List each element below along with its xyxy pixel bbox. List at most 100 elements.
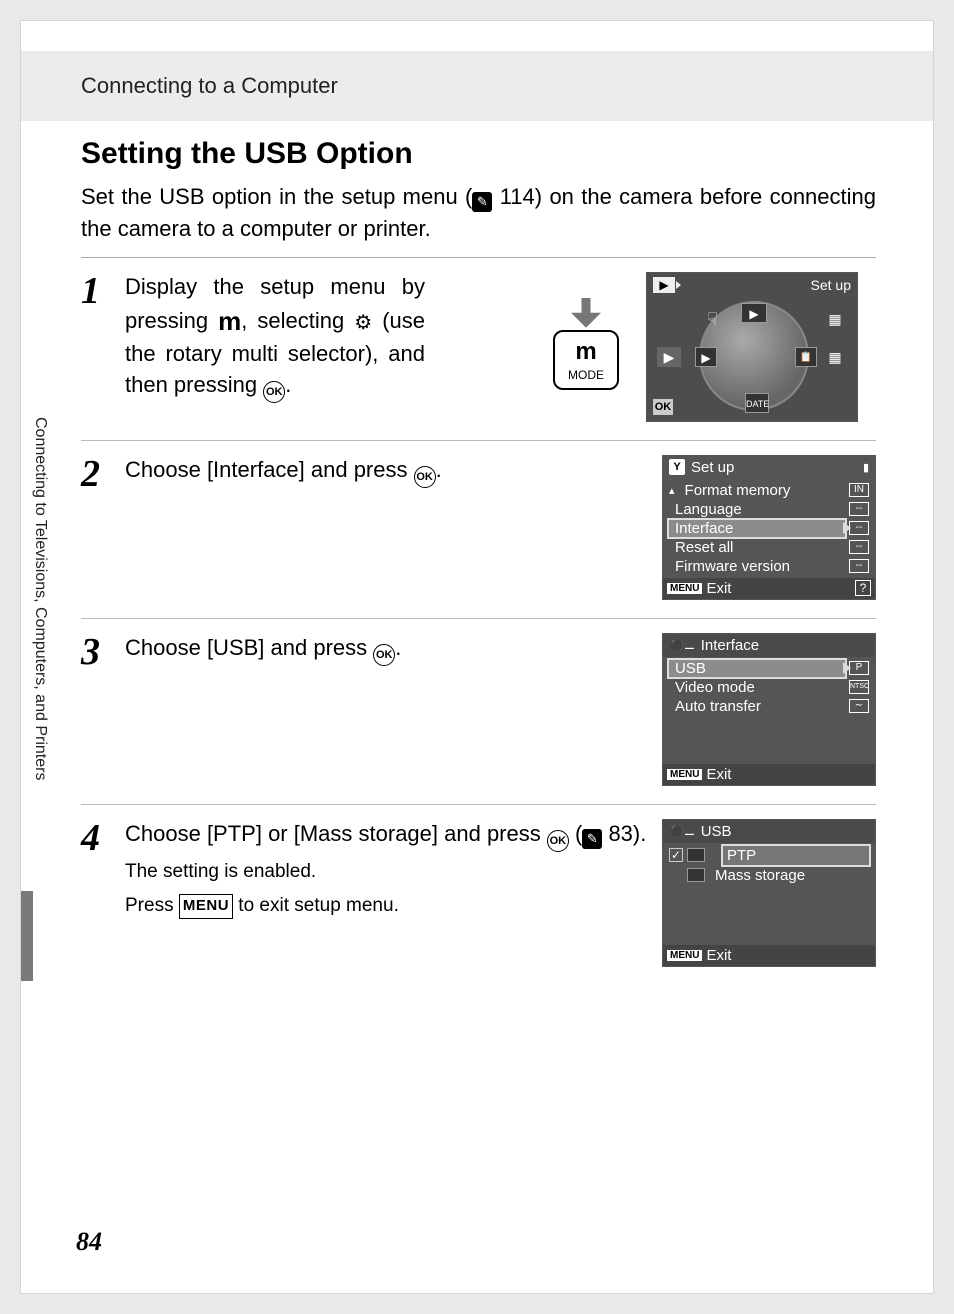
step-1-text: Display the setup menu by pressing m, se…: [125, 272, 425, 422]
intro-pageref: 114: [500, 184, 535, 209]
list-item: ✓ PTP: [667, 845, 871, 866]
mode-button-label: MODE: [568, 368, 604, 382]
lcd-usb-menu: ⚫⚊ USB ✓ PTP: [662, 819, 876, 967]
intro-paragraph: Set the USB option in the setup menu (✎ …: [81, 181, 876, 245]
step-4-pageref: 83: [608, 821, 632, 846]
content: Setting the USB Option Set the USB optio…: [81, 131, 876, 985]
usb-header-icon: ⚫⚊: [669, 824, 695, 838]
list-item-indicator: --: [849, 559, 869, 573]
scroll-indicator-icon: ▮: [863, 461, 869, 474]
checkmark-icon: ✓: [669, 848, 683, 862]
step-4-text-b: (: [569, 821, 582, 846]
list-item-indicator: --: [849, 502, 869, 516]
lcd-setup-list: ▴Format memoryIN Language-- Interface-- …: [663, 479, 875, 578]
lcd-setup-title: Set up: [691, 459, 734, 476]
step-4-text-a: Choose [PTP] or [Mass storage] and press: [125, 821, 547, 846]
ok-icon: OK: [547, 830, 569, 852]
list-item-label-selected: PTP: [723, 846, 869, 865]
dial-side-left-icon: ▶: [657, 347, 681, 367]
dial-top-left-icon: ▶: [653, 277, 675, 293]
step-2-graphic-col: Y Set up ▮ ▴Format memoryIN Language-- I…: [658, 455, 876, 600]
ok-icon: OK: [373, 644, 395, 666]
step-1-number: 1: [81, 272, 111, 310]
lcd-setup-footer: MENU Exit ?: [663, 578, 875, 599]
list-item-indicator: IN: [849, 483, 869, 497]
list-item-label-selected: Interface: [669, 520, 845, 537]
step-3: 3 Choose [USB] and press OK. ⚫⚊ Interfac…: [81, 619, 876, 805]
breadcrumb: Connecting to a Computer: [81, 73, 338, 99]
lcd-setup-header: Y Set up ▮: [663, 456, 875, 479]
page-inner: Connecting to a Computer Connecting to T…: [20, 20, 934, 1294]
dial-quad-right: 📋: [795, 347, 817, 367]
page-title: Setting the USB Option: [81, 137, 876, 171]
lcd-interface-header: ⚫⚊ Interface: [663, 634, 875, 657]
step-4-sub2b: to exit setup menu.: [233, 895, 399, 916]
step-3-text-a: Choose [USB] and press: [125, 635, 373, 660]
list-item: Auto transfer ∼: [667, 697, 871, 716]
mode-button-diagram: m MODE: [536, 298, 636, 390]
list-item-label-selected: USB: [669, 660, 845, 677]
step-3-text-b: .: [395, 635, 401, 660]
list-item-label: Reset all: [669, 539, 845, 556]
usb-p-icon: [687, 848, 705, 862]
help-icon: ?: [855, 580, 871, 596]
step-4-text-col: Choose [PTP] or [Mass storage] and press…: [125, 819, 648, 967]
lcd-interface-menu: ⚫⚊ Interface USB P Video modeNTSC Auto tr…: [662, 633, 876, 786]
lcd-usb-list: ✓ PTP Mass storage: [663, 843, 875, 945]
footer-exit-label: Exit: [706, 766, 731, 783]
step-4-text: Choose [PTP] or [Mass storage] and press…: [125, 819, 648, 852]
lcd-setup-menu: Y Set up ▮ ▴Format memoryIN Language-- I…: [662, 455, 876, 600]
side-tab-marker: [21, 891, 33, 981]
step-2-text: Choose [Interface] and press OK.: [125, 455, 648, 600]
list-item: Language--: [667, 500, 871, 519]
step-2-number: 2: [81, 455, 111, 493]
usb-m-icon: [687, 868, 705, 882]
step-1-body: Display the setup menu by pressing m, se…: [125, 272, 876, 422]
list-item-label: Video mode: [669, 679, 845, 696]
ok-icon: OK: [263, 381, 285, 403]
lcd-interface-list: USB P Video modeNTSC Auto transfer ∼: [663, 657, 875, 764]
list-item-label: Mass storage: [709, 867, 869, 884]
ok-icon: OK: [414, 466, 436, 488]
step-4-number: 4: [81, 819, 111, 857]
list-item-indicator: P: [849, 661, 869, 675]
dial-quad-top: ▶: [741, 303, 767, 323]
step-4-sub1: The setting is enabled.: [125, 858, 648, 887]
list-item: Reset all--: [667, 538, 871, 557]
step-4-graphic-col: ⚫⚊ USB ✓ PTP: [658, 819, 876, 967]
down-arrow-icon: [571, 298, 601, 328]
dial-top-right-label: Set up: [811, 277, 851, 293]
list-item-label: Auto transfer: [669, 698, 845, 715]
dial-side-tr-icon: ▦: [823, 309, 847, 329]
page-ref-icon: ✎: [582, 829, 602, 849]
mode-m-icon: m: [218, 303, 241, 339]
step-4: 4 Choose [PTP] or [Mass storage] and pre…: [81, 805, 876, 985]
list-item: Interface --: [667, 519, 871, 538]
lcd-spacer: [667, 885, 871, 943]
up-caret-icon: ▴: [669, 484, 675, 497]
step-2-body: Choose [Interface] and press OK. Y Set u…: [125, 455, 876, 600]
step-4-body: Choose [PTP] or [Mass storage] and press…: [125, 819, 876, 967]
dial-quad-left: ▶: [695, 347, 717, 367]
step-2-text-a: Choose [Interface] and press: [125, 457, 414, 482]
list-item-indicator: ∼: [849, 699, 869, 713]
menu-button-icon: MENU: [667, 950, 702, 961]
wrench-icon: Y: [669, 459, 685, 475]
lcd-usb-title: USB: [701, 823, 732, 840]
mode-button-glyph: m: [575, 338, 596, 366]
step-4-sub2a: Press: [125, 895, 179, 916]
step-1-graphics: m MODE ▶ Set up ☟ ▶ DATE ▶ 📋: [536, 272, 876, 422]
side-tab: Connecting to Televisions, Computers, an…: [21, 411, 61, 881]
step-3-body: Choose [USB] and press OK. ⚫⚊ Interface …: [125, 633, 876, 786]
dial-lcd-screen: ▶ Set up ☟ ▶ DATE ▶ 📋 ▶ ▦ ▦ OK: [646, 272, 858, 422]
list-item-label: Firmware version: [669, 558, 845, 575]
list-item: Video modeNTSC: [667, 678, 871, 697]
step-4-sub2: Press MENU to exit setup menu.: [125, 892, 648, 921]
step-1: 1 Display the setup menu by pressing m, …: [81, 258, 876, 441]
step-3-text: Choose [USB] and press OK.: [125, 633, 648, 786]
menu-text-icon: MENU: [179, 894, 233, 919]
list-item: Mass storage: [667, 866, 871, 885]
list-item-indicator: --: [849, 521, 869, 535]
hand-icon: ☟: [707, 309, 718, 330]
footer-exit-label: Exit: [706, 947, 731, 964]
